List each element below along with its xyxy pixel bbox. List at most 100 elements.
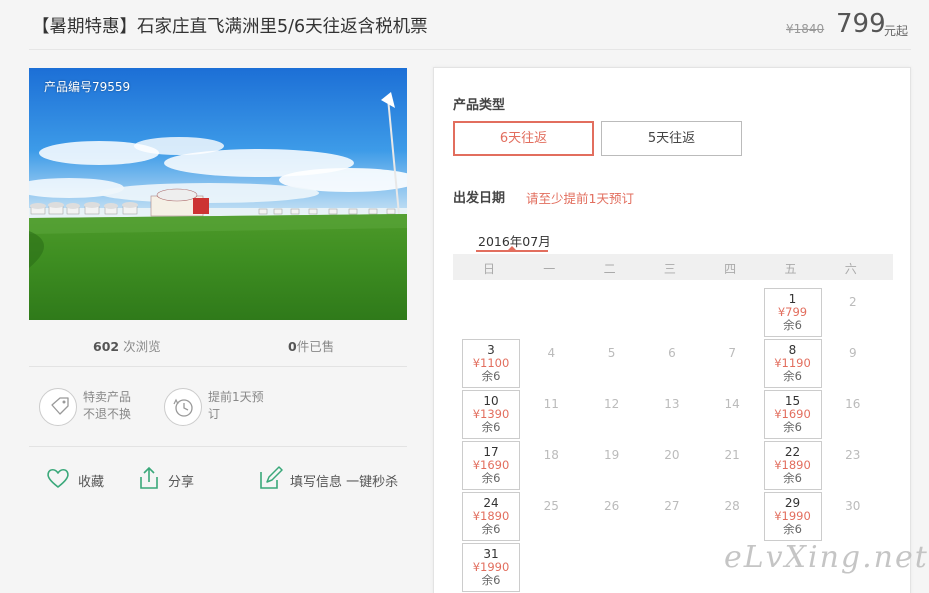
calendar-day: 4 (522, 339, 580, 388)
day-number: 29 (784, 496, 801, 510)
feature-no-refund: 特卖产品 不退不换 (83, 389, 131, 423)
day-remaining: 余6 (481, 369, 501, 383)
weekday-label: 六 (844, 262, 857, 276)
heart-icon (47, 468, 69, 488)
day-number: 25 (543, 499, 559, 513)
day-number: 16 (845, 397, 861, 411)
day-remaining: 余6 (783, 471, 802, 485)
weekday-label: 四 (724, 262, 737, 276)
day-number: 24 (483, 496, 499, 510)
day-number: 11 (543, 397, 559, 411)
day-number: 9 (848, 346, 857, 360)
day-number: 20 (664, 448, 680, 462)
month-tab-caret (508, 246, 516, 250)
feature-advance-booking-line1: 提前1天预 (208, 390, 264, 404)
calendar-day: 26 (583, 492, 641, 541)
calendar-day: 11 (522, 390, 580, 439)
day-remaining: 余6 (783, 522, 802, 536)
day-number: 12 (603, 397, 620, 411)
day-number: 17 (483, 445, 499, 459)
calendar-day-available[interactable]: 29 ¥1990 余6 (763, 492, 822, 541)
day-number: 10 (483, 394, 499, 408)
calendar-day: 14 (703, 390, 761, 439)
tag-icon (39, 388, 77, 426)
calendar-day-available[interactable]: 17 ¥1690 余6 (462, 441, 520, 490)
day-remaining: 余6 (783, 420, 802, 434)
product-type-label: 产品类型 (453, 98, 506, 113)
calendar-day: 5 (583, 339, 641, 388)
stats-divider (29, 366, 407, 367)
day-remaining: 余6 (783, 318, 802, 332)
day-remaining: 余6 (783, 369, 802, 383)
type-option-6-days[interactable]: 6天往返 (453, 121, 594, 156)
favorite-label: 收藏 (78, 475, 105, 490)
weekday-header: 日一二三四五六 (453, 254, 893, 280)
calendar-day-available[interactable]: 10 ¥1390 余6 (462, 390, 520, 439)
day-number: 2 (848, 295, 857, 309)
view-count-label: 次浏览 (123, 339, 161, 354)
clock-icon (164, 388, 202, 426)
weekday-label: 二 (603, 262, 616, 276)
share-label: 分享 (168, 475, 195, 490)
calendar-day: 20 (643, 441, 701, 490)
view-count-number: 602 (93, 339, 120, 354)
calendar-day-available[interactable]: 24 ¥1890 余6 (462, 492, 520, 541)
day-number: 14 (724, 397, 740, 411)
calendar-day: 7 (703, 339, 761, 388)
feature-no-refund-line1: 特卖产品 (83, 390, 132, 404)
day-number: 22 (784, 445, 801, 459)
feature-advance-booking-line2: 订 (208, 407, 221, 421)
calendar-day-available[interactable]: 15 ¥1690 余6 (763, 390, 822, 439)
calendar-day: 6 (643, 339, 701, 388)
weekday-label: 三 (663, 262, 676, 276)
day-number: 3 (487, 343, 495, 357)
watermark: eLvXing.net (724, 540, 929, 575)
day-number: 26 (603, 499, 620, 513)
fill-info-button[interactable]: 填写信息 一键秒杀 (257, 465, 402, 493)
day-number: 21 (724, 448, 740, 462)
calendar-day-available[interactable]: 1 ¥799 余6 (763, 288, 822, 337)
day-number: 6 (668, 346, 676, 360)
calendar-day: 12 (583, 390, 641, 439)
calendar-day: 13 (643, 390, 701, 439)
calendar-day: 2 (824, 288, 882, 337)
day-number: 15 (784, 394, 801, 408)
favorite-button[interactable]: 收藏 (45, 465, 115, 493)
calendar-day: 16 (824, 390, 882, 439)
calendar-day-available[interactable]: 8 ¥1190 余6 (763, 339, 822, 388)
booking-panel: 产品类型 6天往返 5天往返 出发日期 请至少提前1天预订 2016年07月 日… (433, 67, 911, 593)
product-number: 产品编号79559 (44, 80, 131, 94)
type-option-5-days[interactable]: 5天往返 (601, 121, 742, 156)
day-number: 19 (603, 448, 620, 462)
departure-date-label: 出发日期 (453, 191, 506, 206)
day-number: 8 (788, 343, 797, 357)
weekday-label: 日 (482, 262, 495, 276)
share-button[interactable]: 分享 (135, 465, 205, 493)
calendar-day: 27 (643, 492, 701, 541)
day-remaining: 余6 (481, 522, 501, 536)
day-number: 23 (845, 448, 861, 462)
calendar-day: 9 (824, 339, 882, 388)
day-number: 18 (543, 448, 559, 462)
day-number: 28 (724, 499, 740, 513)
month-tab-underline (476, 250, 548, 252)
feature-advance-booking: 提前1天预 订 (208, 389, 264, 423)
day-remaining: 余6 (481, 573, 501, 587)
calendar-day: 30 (824, 492, 882, 541)
header-divider (29, 49, 911, 50)
sold-count: 0件已售 (288, 336, 334, 355)
original-price: ¥1840 (786, 22, 825, 36)
calendar-day-available[interactable]: 3 ¥1100 余6 (462, 339, 520, 388)
fill-info-label: 填写信息 一键秒杀 (290, 475, 399, 490)
features-divider (29, 446, 407, 447)
view-count: 602 次浏览 (93, 336, 161, 355)
day-number: 30 (845, 499, 861, 513)
day-number: 13 (664, 397, 680, 411)
calendar-day-available[interactable]: 31 ¥1990 余6 (462, 543, 520, 592)
calendar-day: 25 (522, 492, 580, 541)
day-number: 27 (664, 499, 680, 513)
share-icon (140, 466, 158, 489)
day-number: 4 (547, 346, 556, 360)
calendar-day-available[interactable]: 22 ¥1890 余6 (763, 441, 822, 490)
product-stats: 602 次浏览 0件已售 (29, 330, 407, 360)
